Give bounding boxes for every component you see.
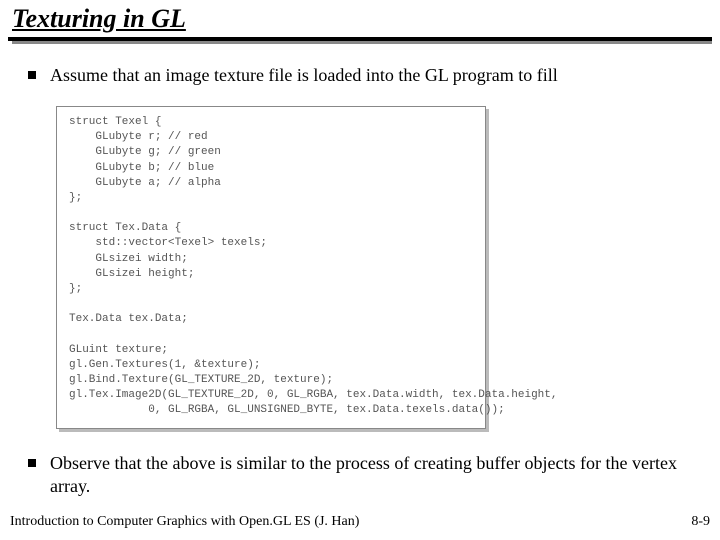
footer-right: 8-9: [691, 514, 710, 530]
slide-title: Texturing in GL: [12, 4, 186, 34]
bullet-text: Observe that the above is similar to the…: [50, 452, 712, 498]
square-bullet-icon: [28, 459, 36, 467]
rule-main: [8, 37, 712, 41]
code-text: struct Texel { GLubyte r; // red GLubyte…: [56, 106, 486, 429]
bullet-list-bottom: Observe that the above is similar to the…: [28, 452, 712, 500]
footer-left: Introduction to Computer Graphics with O…: [10, 514, 359, 530]
slide: Texturing in GL Assume that an image tex…: [0, 0, 720, 540]
footer: Introduction to Computer Graphics with O…: [10, 514, 710, 530]
square-bullet-icon: [28, 71, 36, 79]
title-rule: [8, 40, 712, 41]
code-block: struct Texel { GLubyte r; // red GLubyte…: [56, 106, 486, 429]
bullet-list-top: Assume that an image texture file is loa…: [28, 64, 708, 89]
bullet-item: Observe that the above is similar to the…: [28, 452, 712, 498]
bullet-text: Assume that an image texture file is loa…: [50, 64, 558, 87]
bullet-item: Assume that an image texture file is loa…: [28, 64, 708, 87]
